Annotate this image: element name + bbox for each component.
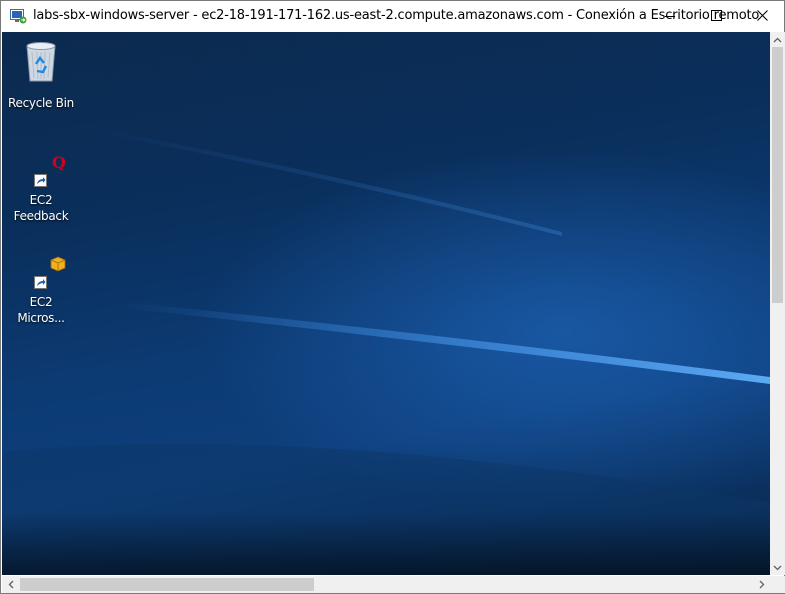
minimize-button[interactable] <box>647 1 693 32</box>
remote-desktop-icon[interactable] <box>10 8 27 25</box>
maximize-icon <box>710 8 722 26</box>
desktop-icon-label: EC2 Feedback <box>13 193 69 223</box>
horizontal-scroll-thumb[interactable] <box>20 578 314 591</box>
vertical-scroll-thumb[interactable] <box>772 47 783 303</box>
feedback-q-icon: Q <box>51 153 67 177</box>
scroll-left-arrow-icon[interactable] <box>2 576 19 593</box>
svg-text:Q: Q <box>52 154 66 172</box>
scroll-up-arrow-icon[interactable] <box>770 32 785 47</box>
close-button[interactable] <box>739 1 785 32</box>
maximize-button[interactable] <box>693 1 739 32</box>
remote-desktop-window: labs-sbx-windows-server - ec2-18-191-171… <box>0 0 785 594</box>
desktop-icon-ec2-feedback[interactable]: Q EC2 Feedback <box>3 153 79 224</box>
minimize-icon <box>665 8 675 26</box>
scroll-down-arrow-icon[interactable] <box>770 560 785 575</box>
desktop-icon-label: Recycle Bin <box>8 96 74 110</box>
wallpaper-light-streak <box>2 122 770 575</box>
package-box-icon <box>50 256 66 277</box>
horizontal-scrollbar[interactable] <box>2 576 770 593</box>
scroll-right-arrow-icon[interactable] <box>753 576 770 593</box>
vertical-scrollbar[interactable] <box>770 32 785 575</box>
desktop-icon-label: EC2 Micros... <box>17 295 65 325</box>
desktop-icon-ec2-micros[interactable]: EC2 Micros... <box>3 256 79 326</box>
shortcut-arrow-icon <box>34 276 47 294</box>
close-icon <box>756 8 768 26</box>
remote-desktop-area[interactable]: Recycle Bin Q EC2 Feedback EC2 Micros... <box>2 32 770 575</box>
desktop-icon-recycle-bin[interactable]: Recycle Bin <box>3 40 79 111</box>
shortcut-arrow-icon <box>34 174 47 192</box>
scrollbar-corner <box>770 576 785 593</box>
title-bar[interactable]: labs-sbx-windows-server - ec2-18-191-171… <box>1 1 784 32</box>
recycle-bin-icon <box>21 40 61 89</box>
